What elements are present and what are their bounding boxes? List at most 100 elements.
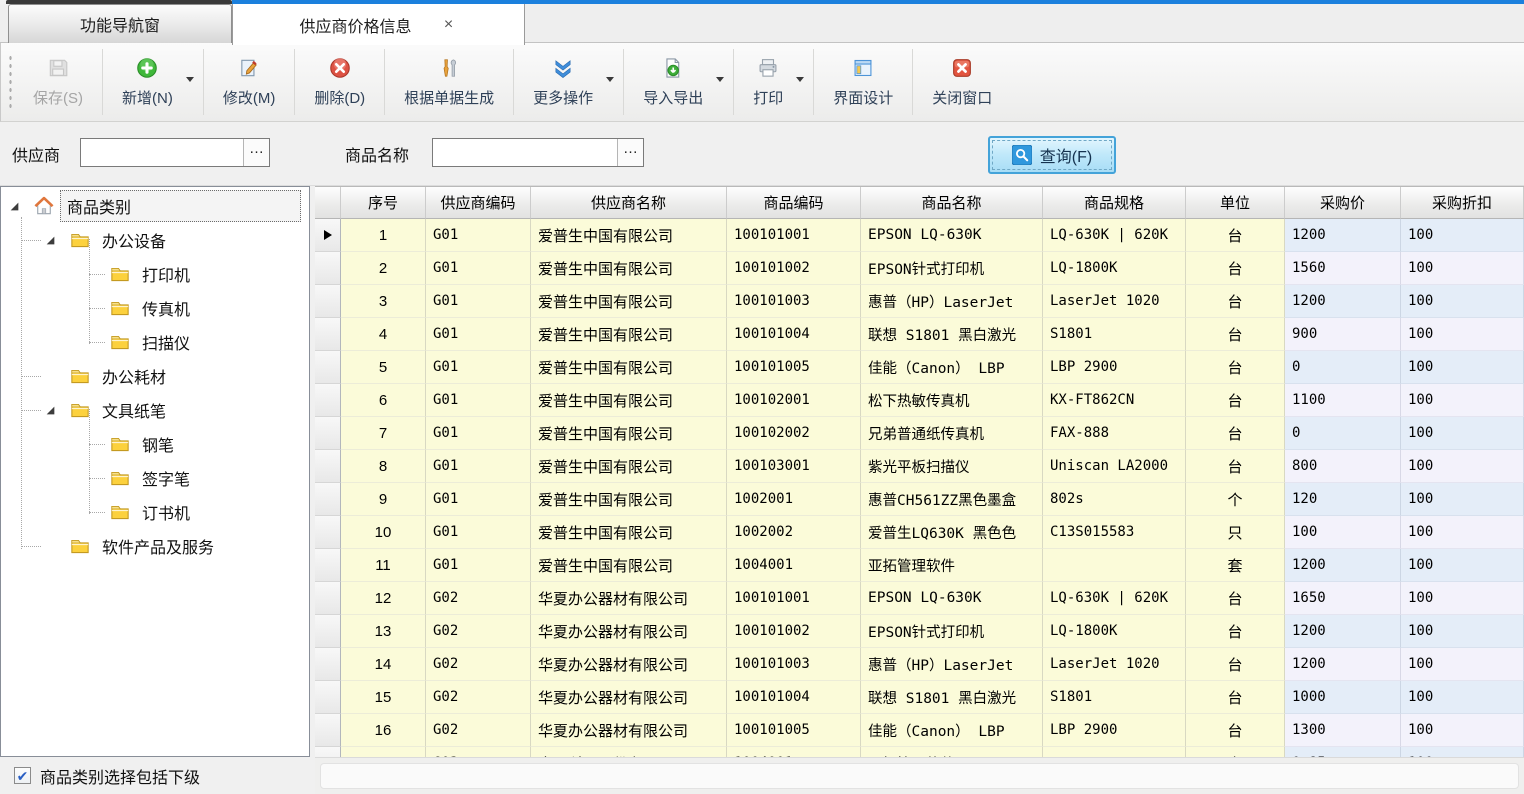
row-selector[interactable] (315, 219, 341, 252)
table-row[interactable]: 3G01爱普生中国有限公司100101003惠普（HP）LaserJetLase… (315, 285, 1524, 318)
column-header[interactable]: 商品名称 (861, 187, 1043, 219)
column-header[interactable]: 采购价 (1285, 187, 1401, 219)
table-cell: 100101003 (727, 648, 861, 681)
table-cell: 0 (1285, 351, 1401, 384)
supplier-lookup-button[interactable]: … (243, 139, 269, 166)
row-selector[interactable] (315, 516, 341, 549)
toolbar-button-more-actions[interactable]: 更多操作 (523, 52, 603, 112)
table-row[interactable]: 17G03太原科研股份有限公司1004001亚拓管理软件套0.85100 (315, 747, 1524, 757)
row-selector[interactable] (315, 384, 341, 417)
table-row[interactable]: 15G02华夏办公器材有限公司100101004联想 S1801 黑白激光S18… (315, 681, 1524, 714)
row-selector[interactable] (315, 615, 341, 648)
table-row[interactable]: 8G01爱普生中国有限公司100103001紫光平板扫描仪Uniscan LA2… (315, 450, 1524, 483)
tree-item-label: 打印机 (136, 259, 196, 289)
table-row[interactable]: 14G02华夏办公器材有限公司100101003惠普（HP）LaserJetLa… (315, 648, 1524, 681)
table-row[interactable]: 10G01爱普生中国有限公司1002002爱普生LQ630K 黑色色C13S01… (315, 516, 1524, 549)
table-cell: 华夏办公器材有限公司 (531, 582, 727, 615)
toolbar-button-print[interactable]: 打印 (743, 52, 793, 112)
column-header[interactable]: 商品规格 (1043, 187, 1186, 219)
folder-icon (69, 229, 96, 251)
row-selector[interactable] (315, 582, 341, 615)
toolbar-button-delete[interactable]: 删除(D) (304, 52, 375, 112)
tree-item[interactable]: 打印机 (1, 257, 309, 291)
toolbar-button-ui-design[interactable]: 界面设计 (823, 52, 903, 112)
table-cell: 台 (1186, 714, 1285, 747)
row-selector[interactable] (315, 747, 341, 757)
table-row[interactable]: 5G01爱普生中国有限公司100101005佳能（Canon） LBPLBP 2… (315, 351, 1524, 384)
row-selector[interactable] (315, 549, 341, 582)
table-row[interactable]: 9G01爱普生中国有限公司1002001惠普CH561ZZ黑色墨盒802s个12… (315, 483, 1524, 516)
table-cell: 100101003 (727, 285, 861, 318)
product-lookup-button[interactable]: … (617, 139, 643, 166)
table-row[interactable]: 13G02华夏办公器材有限公司100101002EPSON针式打印机LQ-180… (315, 615, 1524, 648)
print-icon (756, 56, 780, 80)
horizontal-scrollbar[interactable] (315, 757, 1524, 794)
tree-item[interactable]: 软件产品及服务 (1, 529, 309, 563)
dropdown-caret-icon[interactable] (716, 77, 724, 82)
product-filter-input[interactable] (433, 139, 617, 166)
tree-item[interactable]: 商品类别 (1, 189, 309, 223)
tree-item-label: 签字笔 (136, 463, 196, 493)
tree-item[interactable]: 传真机 (1, 291, 309, 325)
toolbar-button-generate-from-document[interactable]: 根据单据生成 (394, 52, 504, 112)
row-selector[interactable] (315, 417, 341, 450)
row-selector[interactable] (315, 681, 341, 714)
dropdown-caret-icon[interactable] (186, 77, 194, 82)
table-row[interactable]: 16G02华夏办公器材有限公司100101005佳能（Canon） LBPLBP… (315, 714, 1524, 747)
table-cell: 100101001 (727, 219, 861, 252)
table-row[interactable]: 6G01爱普生中国有限公司100102001松下热敏传真机KX-FT862CN台… (315, 384, 1524, 417)
table-row[interactable]: 7G01爱普生中国有限公司100102002兄弟普通纸传真机FAX-888台01… (315, 417, 1524, 450)
column-header[interactable]: 供应商名称 (531, 187, 727, 219)
tab-function-nav[interactable]: 功能导航窗 (8, 4, 232, 43)
tree-item[interactable]: 办公耗材 (1, 359, 309, 393)
row-selector[interactable] (315, 351, 341, 384)
table-cell: 台 (1186, 318, 1285, 351)
query-button[interactable]: 查询(F) (988, 136, 1116, 174)
tree-item[interactable]: 订书机 (1, 495, 309, 529)
dropdown-caret-icon[interactable] (796, 77, 804, 82)
column-header[interactable]: 商品编码 (727, 187, 861, 219)
table-row[interactable]: 4G01爱普生中国有限公司100101004联想 S1801 黑白激光S1801… (315, 318, 1524, 351)
row-selector[interactable] (315, 648, 341, 681)
row-selector[interactable] (315, 483, 341, 516)
tab-close-icon[interactable]: × (440, 16, 458, 34)
row-selector[interactable] (315, 318, 341, 351)
tree-item[interactable]: 办公设备 (1, 223, 309, 257)
toolbar-button-label: 更多操作 (533, 87, 593, 108)
toolbar-separator (384, 49, 385, 115)
row-selector[interactable] (315, 252, 341, 285)
row-selector[interactable] (315, 714, 341, 747)
toolbar-button-add[interactable]: 新增(N) (112, 52, 183, 112)
expander-icon[interactable] (9, 201, 33, 212)
tree-item[interactable]: 文具纸笔 (1, 393, 309, 427)
column-header[interactable]: 供应商编码 (426, 187, 531, 219)
row-selector[interactable] (315, 285, 341, 318)
supplier-filter-input[interactable] (81, 139, 243, 166)
toolbar-button-import-export[interactable]: 导入导出 (633, 52, 713, 112)
column-header[interactable]: 单位 (1186, 187, 1285, 219)
scrollbar-thumb[interactable] (320, 763, 1519, 789)
filter-bar: 供应商 … 商品名称 … 查询(F) (0, 122, 1524, 186)
dropdown-caret-icon[interactable] (606, 77, 614, 82)
table-row[interactable]: 11G01爱普生中国有限公司1004001亚拓管理软件套1200100 (315, 549, 1524, 582)
table-row[interactable]: 12G02华夏办公器材有限公司100101001EPSON LQ-630KLQ-… (315, 582, 1524, 615)
toolbar-item-import-export: 导入导出 (627, 52, 730, 112)
tab-supplier-price-info[interactable]: 供应商价格信息 × (232, 4, 525, 45)
toolbar-grip[interactable] (7, 53, 13, 111)
expander-icon[interactable] (45, 405, 69, 416)
expander-icon[interactable] (45, 235, 69, 246)
checkbox-icon[interactable]: ✔ (14, 767, 31, 784)
column-header[interactable]: 序号 (341, 187, 426, 219)
table-row[interactable]: 2G01爱普生中国有限公司100101002EPSON针式打印机LQ-1800K… (315, 252, 1524, 285)
row-selector[interactable] (315, 450, 341, 483)
toolbar-button-modify[interactable]: 修改(M) (213, 52, 286, 112)
toolbar-button-save[interactable]: 保存(S) (23, 52, 93, 112)
column-header[interactable]: 采购折扣 (1401, 187, 1524, 219)
toolbar-button-close-window[interactable]: 关闭窗口 (922, 52, 1002, 112)
tree-item[interactable]: 扫描仪 (1, 325, 309, 359)
include-sub-category-option[interactable]: ✔ 商品类别选择包括下级 (0, 757, 315, 794)
tree-item[interactable]: 钢笔 (1, 427, 309, 461)
table-row[interactable]: 1G01爱普生中国有限公司100101001EPSON LQ-630KLQ-63… (315, 219, 1524, 252)
tree-item[interactable]: 签字笔 (1, 461, 309, 495)
table-cell: EPSON针式打印机 (861, 252, 1043, 285)
